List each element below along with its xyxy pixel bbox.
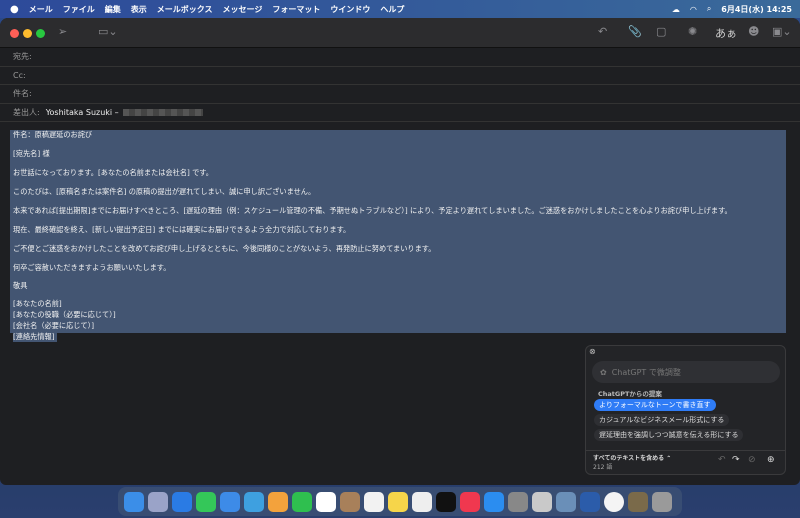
body-line: ご不便とご迷惑をおかけしたことを改めてお詫び申し上げるとともに、今後同様のことが… [13, 244, 436, 253]
menu-bar: ● メール ファイル 編集 表示 メールボックス メッセージ フォーマット ウイ… [0, 0, 800, 18]
contacts-icon[interactable] [340, 491, 360, 512]
finder-icon[interactable] [124, 491, 144, 512]
body-line: [あなたの名前] [13, 299, 62, 308]
to-label: 宛先: [13, 52, 32, 62]
openai-icon: ✿ [600, 367, 607, 377]
window-controls [6, 23, 45, 42]
app-store-icon[interactable] [484, 491, 504, 512]
dock [118, 487, 682, 516]
facetime-icon[interactable] [292, 491, 312, 512]
from-label: 差出人: [13, 107, 40, 117]
input-placeholder: ChatGPT で微調整 [611, 367, 681, 377]
message-body[interactable]: 件名：原稿遅延のお詫び [宛先名] 様 お世話になっております。[あなたの名前ま… [10, 130, 786, 342]
scope-selector[interactable]: すべてのテキストを含める ⌃ [593, 453, 671, 462]
reminders-icon[interactable] [364, 491, 384, 512]
cc-label: Cc: [13, 70, 26, 80]
image-file-icon[interactable] [628, 491, 648, 512]
body-line: [会社名（必要に応じて）] [13, 321, 95, 330]
menu-file[interactable]: ファイル [63, 4, 95, 15]
menu-window[interactable]: ウインドウ [330, 4, 370, 15]
header-fields-icon[interactable]: ▭⌄ [98, 25, 118, 38]
menu-view[interactable]: 表示 [131, 4, 147, 15]
chatgpt-input[interactable]: ✿ ChatGPT で微調整 [592, 361, 780, 383]
body-line: 現在、最終確認を終え、[新しい提出予定日] までには確実にお届けできるよう全力で… [13, 225, 351, 234]
messages-icon[interactable] [196, 491, 216, 512]
body-line: 本来であれば[提出期限]までにお届けすべきところ、[遅延の理由（例：スケジュール… [13, 206, 732, 215]
photos-icon[interactable] [268, 491, 288, 512]
send-icon[interactable]: ➢ [58, 25, 67, 38]
clock[interactable]: 6月4日(水) 14:25 [721, 4, 792, 15]
close-button[interactable] [10, 29, 19, 38]
freeform-icon[interactable] [412, 491, 432, 512]
markup-icon[interactable]: ▢ [656, 25, 666, 38]
from-field[interactable]: 差出人: Yoshitaka Suzuki – [0, 104, 800, 122]
stop-icon[interactable]: ⊘ [748, 455, 756, 465]
subject-label: 件名: [13, 89, 32, 99]
from-value: Yoshitaka Suzuki – [45, 107, 119, 117]
toolbar: ➢ ▭⌄ ↶ 📎 ▢ ✺ あぁ ☻ ▣⌄ [0, 18, 800, 48]
safari-icon[interactable] [172, 491, 192, 512]
utility-icon[interactable] [532, 491, 552, 512]
chatgpt-panel: ⊗ ✿ ChatGPT で微調整 ChatGPTからの提案 よりフォーマルなトーン… [585, 345, 786, 475]
subject-field[interactable]: 件名: [0, 85, 800, 104]
maps-icon[interactable] [244, 491, 264, 512]
minimize-button[interactable] [23, 29, 32, 38]
trash-icon[interactable] [652, 491, 672, 512]
menu-format[interactable]: フォーマット [272, 4, 320, 15]
photo-icon[interactable]: ▣⌄ [772, 25, 792, 38]
undo-icon[interactable]: ↶ [718, 455, 726, 465]
body-line: [宛先名] 様 [13, 149, 50, 158]
body-line: [あなたの役職（必要に応じて）] [13, 310, 116, 319]
cc-field[interactable]: Cc: [0, 67, 800, 85]
body-line: 件名：原稿遅延のお詫び [13, 130, 93, 139]
menu-edit[interactable]: 編集 [105, 4, 121, 15]
close-panel-icon[interactable]: ⊗ [589, 347, 596, 356]
zoom-button[interactable] [36, 29, 45, 38]
redo-icon[interactable]: ↷ [732, 455, 740, 465]
calendar-icon[interactable] [316, 491, 336, 512]
attachment-icon[interactable]: 📎 [628, 25, 642, 38]
suggestion-casual[interactable]: カジュアルなビジネスメール形式にする [594, 414, 730, 426]
compose-window: ➢ ▭⌄ ↶ 📎 ▢ ✺ あぁ ☻ ▣⌄ 宛先: Cc: 件名: 差出人: Yos… [0, 18, 800, 485]
insert-icon[interactable]: ⊕ [767, 455, 775, 465]
launchpad-icon[interactable] [148, 491, 168, 512]
music-icon[interactable] [460, 491, 480, 512]
redacted-email [122, 108, 203, 116]
suggestions-title: ChatGPTからの提案 [598, 390, 662, 398]
body-line: 敬具 [13, 281, 28, 290]
menu-mail[interactable]: メール [29, 4, 53, 15]
emoji-icon[interactable]: ☻ [748, 25, 759, 38]
body-line: 何卒ご容赦いただきますようお願いいたします。 [13, 263, 171, 272]
cloud-icon[interactable]: ☁ [672, 5, 680, 14]
menu-help[interactable]: ヘルプ [380, 4, 404, 15]
notes-icon[interactable] [388, 491, 408, 512]
body-line: このたびは、[原稿名または案件名] の原稿の提出が遅れてしまい、誠に申し訳ござい… [13, 187, 316, 196]
word-icon[interactable] [580, 491, 600, 512]
chatgpt-icon[interactable]: ✺ [688, 25, 697, 38]
apple-icon[interactable]: ● [10, 4, 19, 15]
menu-mailbox[interactable]: メールボックス [157, 4, 213, 15]
to-field[interactable]: 宛先: [0, 48, 800, 67]
body-line: [連絡先情報] [13, 332, 57, 342]
preview-icon[interactable] [556, 491, 576, 512]
font-button[interactable]: あぁ [715, 25, 737, 41]
word-count: 212 語 [593, 464, 613, 471]
suggestion-formal[interactable]: よりフォーマルなトーンで書き直す [594, 399, 716, 411]
clock-app-icon[interactable] [604, 491, 624, 512]
mail-icon[interactable] [220, 491, 240, 512]
divider [586, 450, 785, 451]
suggestion-emphasize[interactable]: 遅延理由を強調しつつ誠意を伝える形にする [594, 429, 744, 441]
search-icon[interactable]: ⌕ [707, 4, 711, 14]
reply-icon[interactable]: ↶ [598, 25, 607, 38]
settings-icon[interactable] [508, 491, 528, 512]
wifi-icon[interactable]: ◠ [690, 5, 697, 14]
menu-message[interactable]: メッセージ [223, 4, 263, 15]
body-line: お世話になっております。[あなたの名前または会社名] です。 [13, 168, 213, 177]
tv-icon[interactable] [436, 491, 456, 512]
